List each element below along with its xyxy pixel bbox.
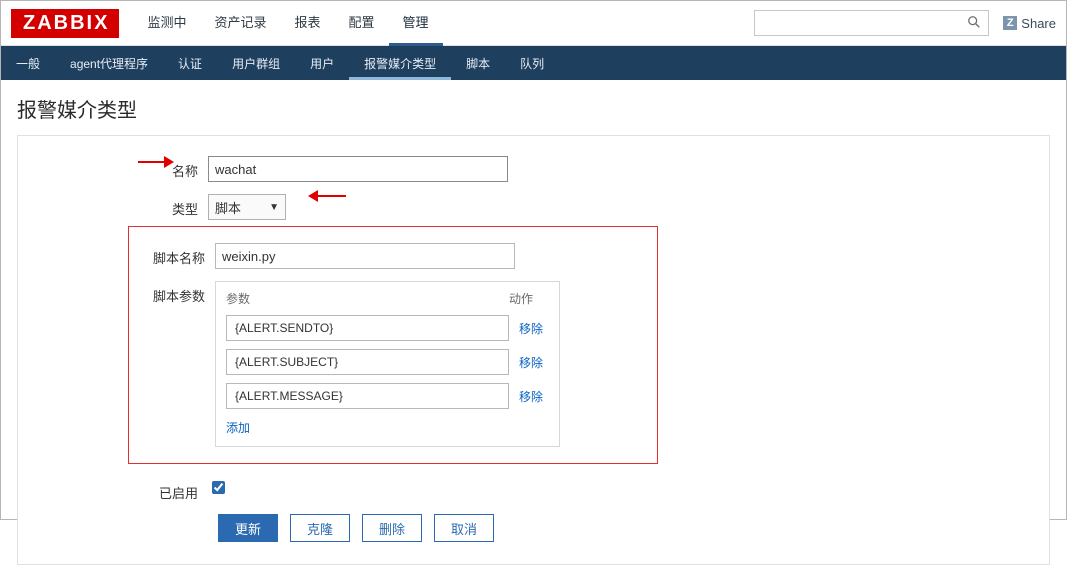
topmenu-monitoring[interactable]: 监测中 [133,0,200,46]
topmenu-config[interactable]: 配置 [335,0,389,46]
delete-button[interactable]: 删除 [362,514,422,542]
top-menu: 监测中 资产记录 报表 配置 管理 [133,0,442,46]
param-input-2[interactable] [226,383,509,409]
logo: ZABBIX [11,9,119,38]
param-input-0[interactable] [226,315,509,341]
subnav-proxies[interactable]: agent代理程序 [55,46,163,80]
sub-nav: 一般 agent代理程序 认证 用户群组 用户 报警媒介类型 脚本 队列 [1,46,1066,80]
param-row: 移除 [226,349,549,375]
share-label: Share [1021,16,1056,31]
param-remove-2[interactable]: 移除 [509,388,549,405]
cancel-button[interactable]: 取消 [434,514,494,542]
button-row: 更新 克隆 删除 取消 [218,514,1029,542]
subnav-usergroups[interactable]: 用户群组 [217,46,295,80]
label-name: 名称 [38,156,208,180]
update-button[interactable]: 更新 [218,514,278,542]
type-select[interactable]: 脚本 ▼ [208,194,286,220]
param-add-link[interactable]: 添加 [226,419,250,436]
param-input-1[interactable] [226,349,509,375]
search-box[interactable] [754,10,989,36]
subnav-mediatypes[interactable]: 报警媒介类型 [349,46,451,80]
type-select-value: 脚本 [215,198,241,217]
page-title: 报警媒介类型 [1,80,1066,135]
row-type: 类型 脚本 ▼ [38,194,1029,220]
header-bar: ZABBIX 监测中 资产记录 报表 配置 管理 Z Share [1,1,1066,46]
subnav-queue[interactable]: 队列 [505,46,559,80]
param-remove-1[interactable]: 移除 [509,354,549,371]
subnav-general[interactable]: 一般 [1,46,55,80]
param-row: 移除 [226,383,549,409]
share-button[interactable]: Z Share [1003,16,1056,31]
label-type: 类型 [38,194,208,218]
form-panel: 名称 类型 脚本 ▼ 脚本名称 脚本参数 参数 [17,135,1050,565]
script-params-table: 参数 动作 移除 移除 移除 添加 [215,281,560,447]
enabled-checkbox[interactable] [212,481,225,494]
subnav-auth[interactable]: 认证 [163,46,217,80]
label-script-name: 脚本名称 [143,243,215,267]
param-row: 移除 [226,315,549,341]
script-name-input[interactable] [215,243,515,269]
clone-button[interactable]: 克隆 [290,514,350,542]
subnav-scripts[interactable]: 脚本 [451,46,505,80]
row-script-params: 脚本参数 参数 动作 移除 移除 移除 添加 [143,281,643,447]
param-remove-0[interactable]: 移除 [509,320,549,337]
search-icon[interactable] [960,15,988,32]
subnav-users[interactable]: 用户 [295,46,349,80]
params-col-param: 参数 [226,290,509,307]
chevron-down-icon: ▼ [269,202,279,213]
share-z-icon: Z [1003,16,1017,30]
label-script-params: 脚本参数 [143,281,215,305]
params-header: 参数 动作 [226,288,549,315]
row-name: 名称 [38,156,1029,182]
name-input[interactable] [208,156,508,182]
script-config-box: 脚本名称 脚本参数 参数 动作 移除 移除 [128,226,658,464]
topmenu-admin[interactable]: 管理 [389,0,443,46]
topmenu-reports[interactable]: 报表 [280,0,334,46]
params-col-action: 动作 [509,290,549,307]
label-enabled: 已启用 [38,478,208,502]
row-enabled: 已启用 [38,478,1029,502]
topmenu-inventory[interactable]: 资产记录 [200,0,280,46]
row-script-name: 脚本名称 [143,243,643,269]
search-input[interactable] [755,16,960,31]
